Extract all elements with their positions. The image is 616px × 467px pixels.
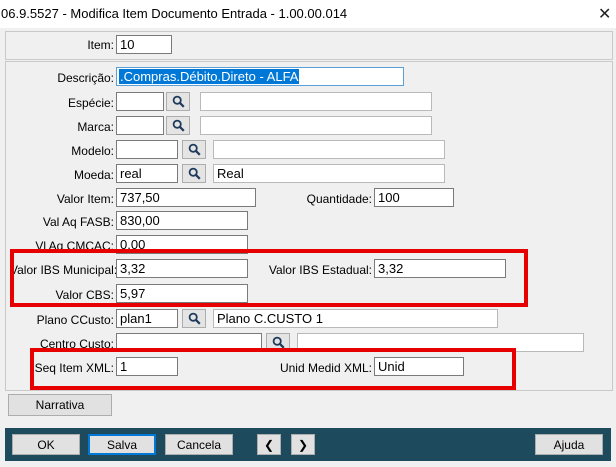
especie-field[interactable]: [116, 92, 164, 111]
plano-ccusto-search-button[interactable]: [182, 309, 206, 328]
close-icon[interactable]: ✕: [598, 4, 611, 24]
especie-search-button[interactable]: [166, 92, 190, 111]
narrativa-button[interactable]: Narrativa: [8, 394, 112, 416]
marca-desc: [200, 116, 432, 135]
descricao-value: .Compras.Débito.Direto - ALFA: [119, 69, 300, 84]
salva-button[interactable]: Salva: [88, 434, 156, 455]
search-icon: [188, 143, 201, 156]
valor-item-label: Valor Item:: [56, 192, 114, 206]
next-button[interactable]: ❯: [291, 434, 315, 455]
search-icon: [172, 95, 185, 108]
modelo-search-button[interactable]: [182, 140, 206, 159]
modelo-field[interactable]: [116, 140, 178, 159]
ajuda-button[interactable]: Ajuda: [535, 434, 603, 455]
search-icon: [188, 167, 201, 180]
plano-ccusto-label: Plano CCusto:: [36, 313, 114, 327]
moeda-field[interactable]: real: [116, 164, 178, 183]
plano-ccusto-desc: Plano C.CUSTO 1: [213, 309, 498, 328]
moeda-desc: Real: [213, 164, 445, 183]
chevron-right-icon: ❯: [297, 437, 309, 452]
search-icon: [188, 312, 201, 325]
tax-fields-highlight: [10, 249, 528, 307]
marca-label: Marca:: [77, 120, 114, 134]
valor-item-field[interactable]: 737,50: [116, 188, 256, 207]
quantidade-field[interactable]: 100: [374, 188, 454, 207]
cancela-button[interactable]: Cancela: [165, 434, 233, 455]
especie-label: Espécie:: [67, 96, 114, 110]
item-label: Item:: [87, 38, 114, 52]
especie-desc: [200, 92, 432, 111]
descricao-label: Descrição:: [57, 71, 114, 85]
item-field[interactable]: 10: [116, 35, 172, 54]
quantidade-label: Quantidade:: [306, 192, 372, 206]
descricao-field[interactable]: .Compras.Débito.Direto - ALFA: [116, 67, 404, 86]
val-aq-fasb-field[interactable]: 830,00: [116, 211, 248, 230]
val-aq-fasb-label: Val Aq FASB:: [42, 215, 114, 229]
marca-search-button[interactable]: [166, 116, 190, 135]
modelo-desc: [213, 140, 445, 159]
plano-ccusto-field[interactable]: plan1: [116, 309, 178, 328]
moeda-search-button[interactable]: [182, 164, 206, 183]
modelo-label: Modelo:: [71, 144, 114, 158]
ok-button[interactable]: OK: [12, 434, 80, 455]
chevron-left-icon: ❮: [263, 437, 275, 452]
marca-field[interactable]: [116, 116, 164, 135]
search-icon: [172, 119, 185, 132]
previous-button[interactable]: ❮: [257, 434, 281, 455]
window-title: 06.9.5527 - Modifica Item Documento Entr…: [1, 6, 348, 21]
moeda-label: Moeda:: [73, 168, 114, 182]
xml-fields-highlight: [30, 348, 516, 390]
